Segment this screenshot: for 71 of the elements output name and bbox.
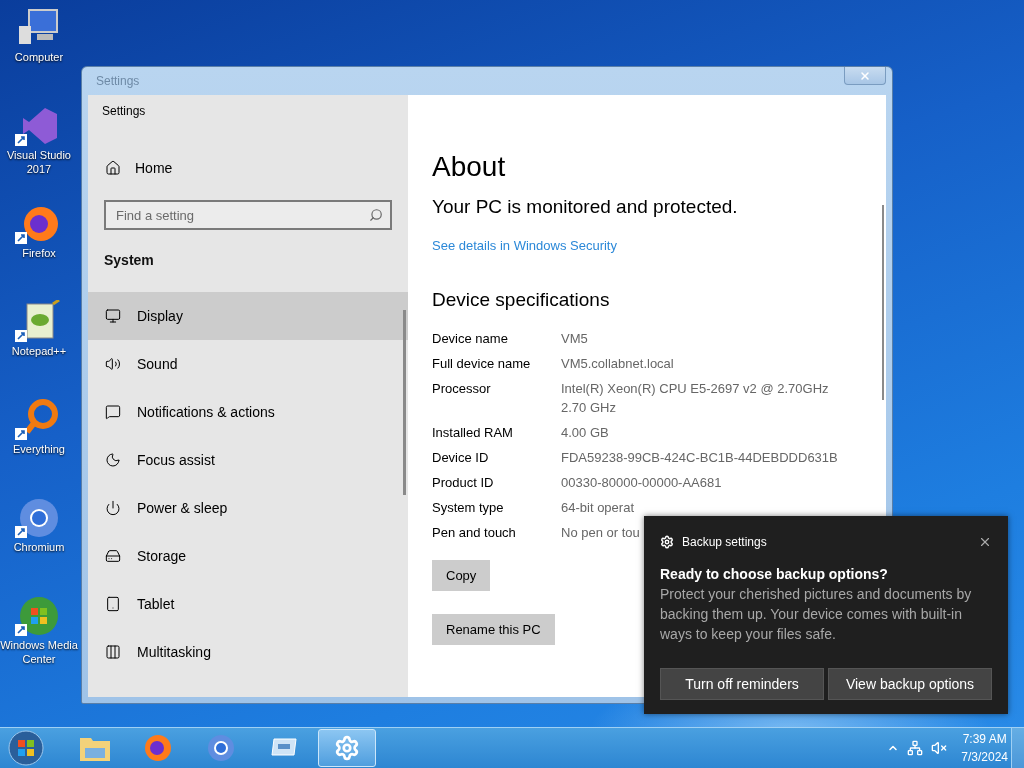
gear-icon [660,535,674,549]
sound-icon [105,356,121,372]
security-link[interactable]: See details in Windows Security [432,238,617,253]
close-button[interactable] [978,535,992,549]
close-icon [978,535,992,549]
spec-label: Pen and touch [432,524,517,542]
spec-value: No pen or tou [561,524,641,542]
desktop-icon-label[interactable]: Windows Media Center [0,638,78,666]
moon-icon [105,452,121,468]
spec-label: System type [432,499,505,517]
desktop-icon-label[interactable]: Chromium [13,540,65,554]
spec-value: FDA59238-99CB-424C-BC1B-44DEBDDD631B [561,449,839,467]
spec-label: Product ID [432,474,495,492]
spec-label: Device ID [432,449,490,467]
chromium-icon [206,733,236,763]
desktop-icon-label[interactable]: Visual Studio 2017 [0,148,78,176]
spec-label: Processor [432,380,492,398]
network-icon[interactable] [907,740,924,756]
toast-message: Protect your cherished pictures and documents by backing them up. Your device comes with built-in ways to keep your files safe. [660,585,973,644]
protection-status: Your PC is monitored and protected. [432,196,739,218]
display-icon [105,308,121,324]
page-title: About [432,151,507,183]
nav-item[interactable]: Power & sleep [88,484,408,532]
spec-value: VM5.collabnet.local [561,355,675,373]
specs-heading: Device specifications [432,289,611,311]
desktop-icon-label[interactable]: Everything [13,442,65,456]
desktop-icon-label[interactable]: Computer [14,50,64,64]
spec-value: 00330-80000-00000-AA681 [561,474,723,492]
home-icon [105,160,121,176]
nav-item[interactable]: Storage [88,532,408,580]
search-field[interactable]: Find a setting [104,200,392,230]
search-icon [369,208,383,222]
spec-value: 4.00 GB [561,424,610,442]
copy-button[interactable]: Copy [432,560,491,591]
nav-item[interactable]: Multitasking [88,628,408,676]
spec-value: VM5 [561,330,589,348]
gear-icon [334,735,360,761]
multitasking-icon [105,644,121,660]
notifications-icon [105,404,121,420]
muted-volume-icon[interactable] [931,740,948,756]
app-title: Settings [102,104,147,118]
toast-button[interactable]: Turn off reminders [660,668,824,700]
section-heading: System [104,252,155,268]
toast-title: Ready to choose backup options? [660,566,889,582]
remote-desktop-icon [270,737,298,759]
rename-button[interactable]: Rename this PC [432,614,555,645]
show-desktop-button[interactable] [1011,728,1024,768]
clock[interactable]: 7:39 AM 7/3/2024 [961,730,1008,766]
power-icon [105,500,121,516]
spec-value: 64-bit operat [561,499,635,517]
home-link[interactable]: Home [105,156,408,180]
nav-item[interactable]: Tablet [88,580,408,628]
firefox-icon [143,733,173,763]
toast-app-name: Backup settings [682,535,768,549]
close-icon [859,69,871,82]
taskbar-app[interactable] [318,729,376,767]
desktop-icon-label[interactable]: Firefox [22,246,56,260]
spec-label: Full device name [432,355,532,373]
spec-label: Installed RAM [432,424,514,442]
spec-label: Device name [432,330,509,348]
toast-button[interactable]: View backup options [828,668,992,700]
nav-item[interactable]: Display [88,292,408,340]
spec-value: Intel(R) Xeon(R) CPU E5-2697 v2 @ 2.70GHz 2.70 GHz [561,380,830,417]
nav-item[interactable]: Sound [88,340,408,388]
start-button[interactable] [8,730,44,766]
desktop-icon-label[interactable]: Notepad++ [11,344,67,358]
nav-item[interactable]: Notifications & actions [88,388,408,436]
storage-icon [105,548,121,564]
tablet-icon [105,596,121,612]
nav-item[interactable]: Focus assist [88,436,408,484]
window-title: Settings [96,74,140,88]
